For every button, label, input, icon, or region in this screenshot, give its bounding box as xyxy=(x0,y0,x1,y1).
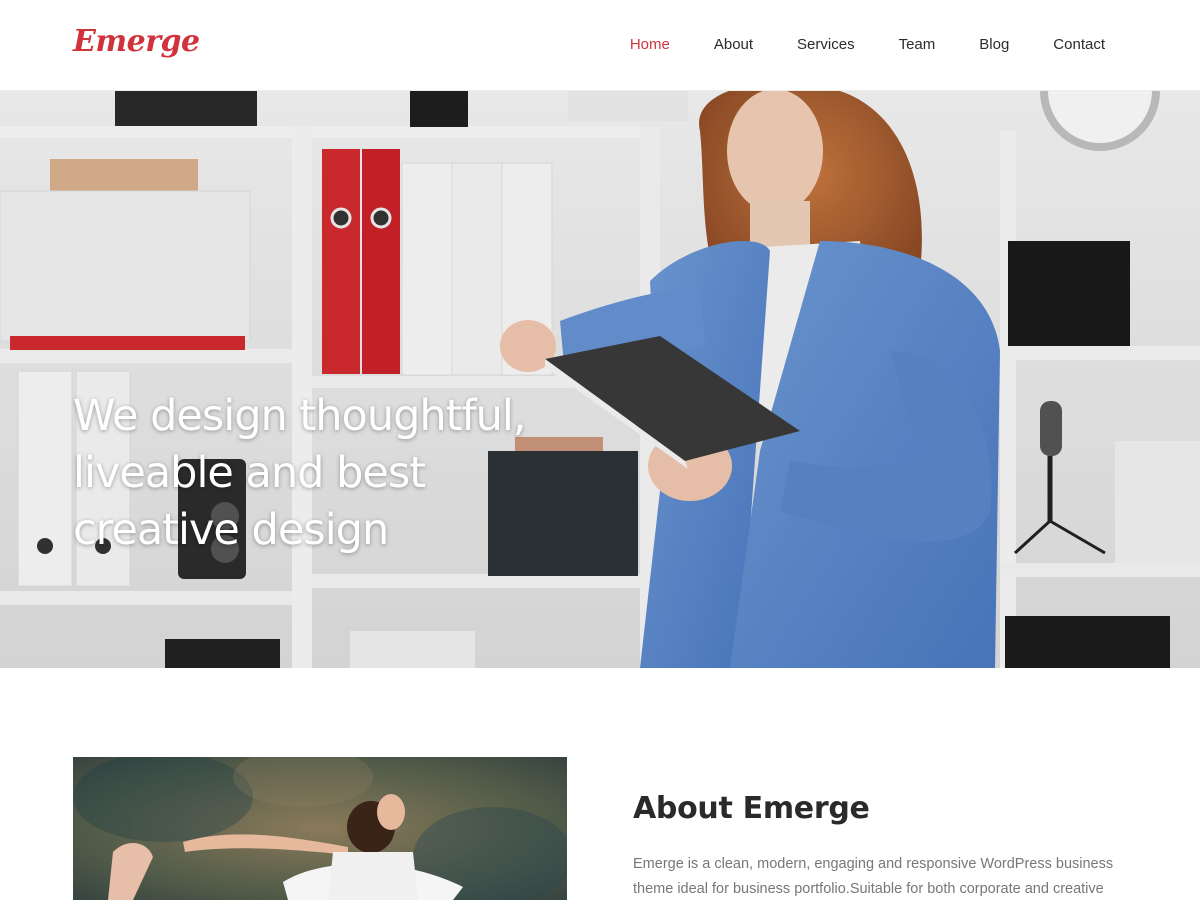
site-logo[interactable]: Emerge xyxy=(73,24,200,59)
about-title: About Emerge xyxy=(633,791,870,826)
hero-title-line-1: We design thoughtful, xyxy=(73,391,527,441)
hero-background-image xyxy=(0,91,1200,668)
nav-home-link[interactable]: Home xyxy=(630,35,670,55)
ballerina-image xyxy=(73,757,567,900)
hero-title-line-2: liveable and best xyxy=(73,448,426,498)
nav-services-link[interactable]: Services xyxy=(797,35,855,55)
nav-team-link[interactable]: Team xyxy=(899,35,936,55)
site-header: Emerge Home About Services Team Blog Con… xyxy=(0,0,1200,91)
about-image xyxy=(73,757,567,900)
main-nav: Home About Services Team Blog Contact xyxy=(586,35,1105,55)
nav-contact-link[interactable]: Contact xyxy=(1053,35,1105,55)
hero-section: We design thoughtful, liveable and best … xyxy=(0,91,1200,668)
nav-blog-link[interactable]: Blog xyxy=(979,35,1009,55)
hero-title: We design thoughtful, liveable and best … xyxy=(73,388,593,559)
nav-about-link[interactable]: About xyxy=(714,35,753,55)
hero-title-line-3: creative design xyxy=(73,505,389,555)
about-description: Emerge is a clean, modern, engaging and … xyxy=(633,856,1114,897)
